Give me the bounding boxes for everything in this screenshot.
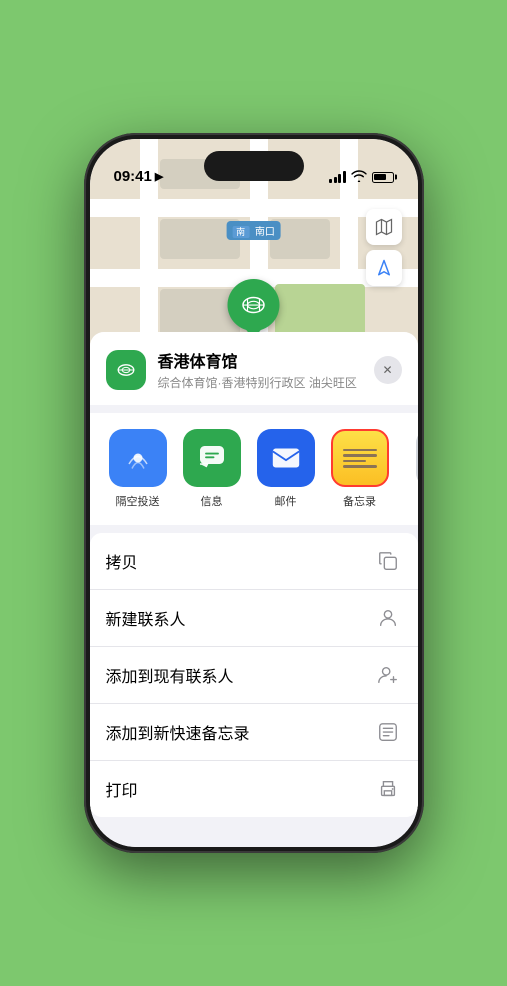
location-venue-icon xyxy=(106,350,146,390)
venue-name: 香港体育馆 xyxy=(158,348,362,372)
map-type-button[interactable] xyxy=(366,209,402,245)
add-note-label: 添加到新快速备忘录 xyxy=(106,720,250,744)
more-icon xyxy=(416,429,418,487)
bottom-sheet: 香港体育馆 综合体育馆·香港特别行政区 油尖旺区 ✕ 隔空投 xyxy=(90,332,418,847)
share-item-mail[interactable]: 邮件 xyxy=(254,429,318,509)
location-button[interactable] xyxy=(366,250,402,286)
add-contact-label: 添加到现有联系人 xyxy=(106,663,234,687)
new-contact-icon xyxy=(374,604,402,632)
action-print[interactable]: 打印 xyxy=(90,761,418,817)
status-time: 09:41 ▶ xyxy=(114,168,164,185)
close-button[interactable]: ✕ xyxy=(374,356,402,384)
airdrop-icon xyxy=(109,429,167,487)
action-add-contact[interactable]: 添加到现有联系人 xyxy=(90,647,418,704)
notes-label: 备忘录 xyxy=(343,493,376,509)
action-new-contact[interactable]: 新建联系人 xyxy=(90,590,418,647)
action-add-note[interactable]: 添加到新快速备忘录 xyxy=(90,704,418,761)
wifi-icon xyxy=(351,169,367,185)
battery-icon xyxy=(372,172,394,183)
notes-icon xyxy=(331,429,389,487)
phone-frame: 09:41 ▶ xyxy=(84,133,424,853)
map-controls xyxy=(366,209,402,286)
dynamic-island xyxy=(204,151,304,181)
action-copy[interactable]: 拷贝 xyxy=(90,533,418,590)
share-row: 隔空投送 信息 xyxy=(90,413,418,525)
print-icon xyxy=(374,775,402,803)
location-arrow-icon: ▶ xyxy=(155,170,163,183)
print-label: 打印 xyxy=(106,777,138,801)
map-label-nankou: 南 南口 xyxy=(226,221,281,240)
copy-label: 拷贝 xyxy=(106,549,138,573)
location-header: 香港体育馆 综合体育馆·香港特别行政区 油尖旺区 ✕ xyxy=(90,332,418,405)
share-item-message[interactable]: 信息 xyxy=(180,429,244,509)
add-note-icon xyxy=(374,718,402,746)
signal-icon xyxy=(329,171,346,183)
action-list: 拷贝 新建联系人 xyxy=(90,533,418,817)
add-contact-icon xyxy=(374,661,402,689)
time-display: 09:41 xyxy=(114,168,152,185)
copy-icon xyxy=(374,547,402,575)
status-icons xyxy=(329,169,394,185)
location-info: 香港体育馆 综合体育馆·香港特别行政区 油尖旺区 xyxy=(158,348,362,391)
share-item-more[interactable]: 提 xyxy=(402,429,418,509)
share-item-airdrop[interactable]: 隔空投送 xyxy=(106,429,170,509)
mail-label: 邮件 xyxy=(275,493,297,509)
venue-subtitle: 综合体育馆·香港特别行政区 油尖旺区 xyxy=(158,374,362,391)
mail-icon xyxy=(257,429,315,487)
new-contact-label: 新建联系人 xyxy=(106,606,186,630)
share-item-notes[interactable]: 备忘录 xyxy=(328,429,392,509)
pin-icon xyxy=(228,279,280,331)
airdrop-label: 隔空投送 xyxy=(116,493,160,509)
message-icon xyxy=(183,429,241,487)
message-label: 信息 xyxy=(201,493,223,509)
phone-screen: 09:41 ▶ xyxy=(90,139,418,847)
